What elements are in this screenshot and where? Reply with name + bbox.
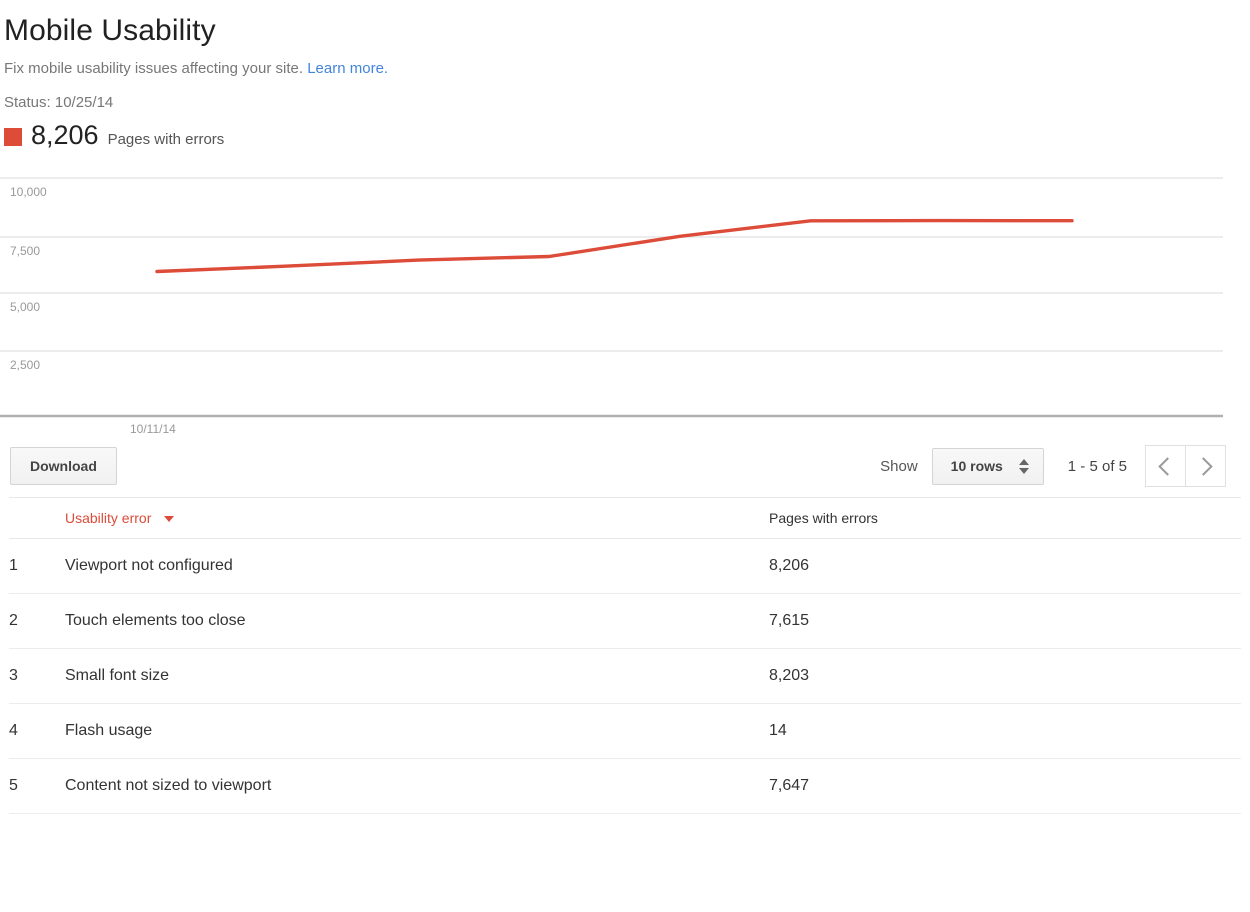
table-row[interactable]: 3Small font size8,203 <box>9 649 1241 704</box>
table-row[interactable]: 2Touch elements too close7,615 <box>9 594 1241 649</box>
y-tick-label-7500: 7,500 <box>10 244 40 258</box>
metric-value: 8,206 <box>31 122 99 149</box>
errors-over-time-chart: 10,000 7,500 5,000 2,500 10/11/14 <box>0 167 1250 435</box>
usability-errors-table: Usability error Pages with errors 1Viewp… <box>9 497 1241 814</box>
row-index: 4 <box>9 704 65 759</box>
next-page-button[interactable] <box>1185 445 1226 487</box>
table-header: Usability error Pages with errors <box>9 498 1241 539</box>
row-usability-error: Viewport not configured <box>65 539 769 594</box>
row-usability-error: Content not sized to viewport <box>65 759 769 814</box>
rows-per-page-value: 10 rows <box>951 459 1003 473</box>
table-row[interactable]: 1Viewport not configured8,206 <box>9 539 1241 594</box>
metric-label: Pages with errors <box>108 131 225 148</box>
series-line-pages-with-errors <box>157 221 1072 272</box>
y-tick-label-10000: 10,000 <box>10 185 47 199</box>
page-range-text: 1 - 5 of 5 <box>1068 458 1127 475</box>
row-pages-with-errors: 7,647 <box>769 759 1241 814</box>
pager <box>1145 445 1226 487</box>
column-header-index <box>9 498 65 539</box>
row-pages-with-errors: 14 <box>769 704 1241 759</box>
chevron-left-icon <box>1158 457 1176 475</box>
y-tick-label-5000: 5,000 <box>10 300 40 314</box>
row-usability-error: Flash usage <box>65 704 769 759</box>
show-label: Show <box>880 458 918 475</box>
page-subtitle-text: Fix mobile usability issues affecting yo… <box>4 60 303 77</box>
spinner-arrows-icon <box>1019 459 1029 474</box>
chart-svg: 10,000 7,500 5,000 2,500 10/11/14 <box>0 167 1250 435</box>
y-tick-label-2500: 2,500 <box>10 358 40 372</box>
status-text: Status: 10/25/14 <box>0 77 1250 111</box>
row-pages-with-errors: 7,615 <box>769 594 1241 649</box>
table-toolbar: Download Show 10 rows 1 - 5 of 5 <box>0 435 1250 497</box>
learn-more-link[interactable]: Learn more. <box>307 60 388 77</box>
row-usability-error: Small font size <box>65 649 769 704</box>
row-index: 1 <box>9 539 65 594</box>
sort-descending-icon <box>164 516 174 522</box>
table-body: 1Viewport not configured8,2062Touch elem… <box>9 539 1241 814</box>
page-subtitle: Fix mobile usability issues affecting yo… <box>0 48 1250 77</box>
metric-summary: 8,206 Pages with errors <box>0 111 1250 149</box>
row-index: 3 <box>9 649 65 704</box>
download-button[interactable]: Download <box>10 447 117 485</box>
page-title: Mobile Usability <box>0 0 1250 48</box>
row-pages-with-errors: 8,206 <box>769 539 1241 594</box>
row-index: 5 <box>9 759 65 814</box>
rows-per-page-select[interactable]: 10 rows <box>932 448 1044 485</box>
row-usability-error: Touch elements too close <box>65 594 769 649</box>
table-row[interactable]: 4Flash usage14 <box>9 704 1241 759</box>
table-row[interactable]: 5Content not sized to viewport7,647 <box>9 759 1241 814</box>
column-header-pages-with-errors: Pages with errors <box>769 498 1241 539</box>
prev-page-button[interactable] <box>1145 445 1186 487</box>
legend-swatch-icon <box>4 128 22 146</box>
chevron-right-icon <box>1194 457 1212 475</box>
x-tick-label-0: 10/11/14 <box>130 422 176 435</box>
column-header-usability-error[interactable]: Usability error <box>65 498 769 539</box>
pagination-controls: Show 10 rows 1 - 5 of 5 <box>880 445 1226 487</box>
row-index: 2 <box>9 594 65 649</box>
row-pages-with-errors: 8,203 <box>769 649 1241 704</box>
table-header-row: Usability error Pages with errors <box>9 498 1241 539</box>
column-header-usability-error-label: Usability error <box>65 510 151 526</box>
